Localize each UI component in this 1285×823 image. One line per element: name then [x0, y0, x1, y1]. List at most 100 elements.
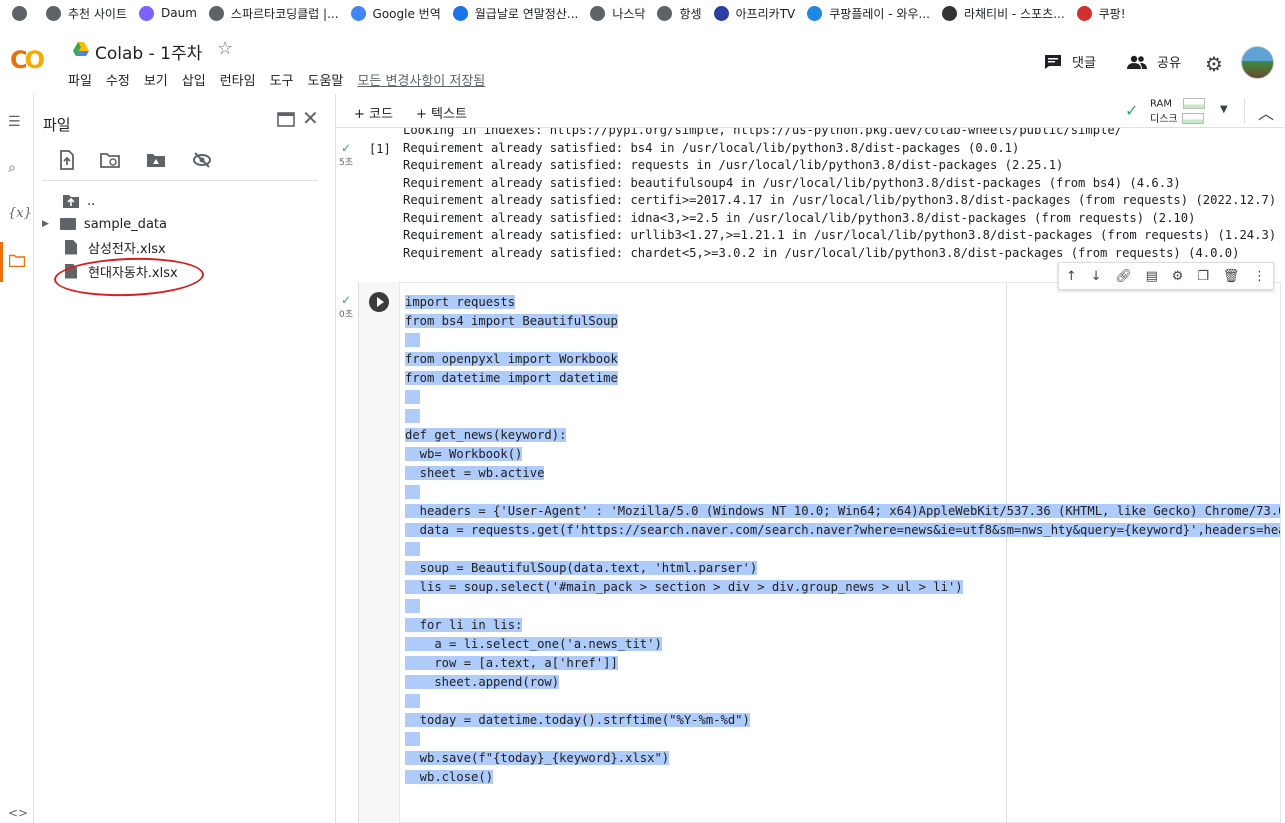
code-cell[interactable]: import requests from bs4 import Beautiful…	[358, 282, 1281, 823]
code-line: from bs4 import BeautifulSoup	[405, 314, 618, 328]
tree-item-label: ..	[87, 193, 96, 209]
favicon-icon	[590, 5, 606, 21]
menu-bar: 파일 수정 보기 삽입 런타임 도구 도움말 모든 변경사항이 저장됨	[68, 70, 499, 89]
code-line: sheet = wb.active	[405, 466, 545, 480]
star-icon[interactable]: ☆	[217, 38, 233, 59]
bookmark-label: 쿠팡플레이 - 와우...	[829, 6, 930, 21]
open-in-tab-icon[interactable]	[277, 112, 295, 127]
avatar[interactable]	[1241, 46, 1274, 79]
add-text-button[interactable]: + 텍스트	[416, 103, 467, 122]
output-line: Requirement already satisfied: requests …	[403, 158, 1064, 172]
comment-icon[interactable]: ▤	[1146, 269, 1158, 284]
mount-drive-icon[interactable]	[146, 150, 166, 170]
comment-icon	[1045, 54, 1061, 69]
menu-view[interactable]: 보기	[144, 70, 168, 89]
code-editor[interactable]: import requests from bs4 import Beautiful…	[399, 282, 1281, 823]
code-text[interactable]: import requests from bs4 import Beautiful…	[405, 293, 1280, 787]
code-line: data = requests.get(f'https://search.nav…	[405, 523, 1280, 537]
refresh-folder-icon[interactable]	[100, 150, 120, 170]
colab-logo[interactable]: CO	[10, 46, 45, 74]
bookmark-label: 아프리카TV	[735, 6, 796, 21]
saved-status[interactable]: 모든 변경사항이 저장됨	[357, 70, 485, 89]
favicon-icon	[46, 5, 61, 21]
favicon-icon	[139, 5, 155, 21]
folder-icon	[59, 218, 76, 230]
mirror-cell-icon[interactable]: ❐	[1197, 269, 1209, 284]
search-icon[interactable]: ⌕	[8, 160, 16, 176]
bookmark-label: 추천 사이트	[68, 6, 128, 21]
tree-item-label: sample_data	[83, 216, 167, 232]
disk-label: 디스크	[1150, 113, 1178, 125]
cell-output: Looking in indexes: https://pypi.org/sim…	[403, 128, 1276, 262]
bookmark-item[interactable]: 월급날로 연말정산...	[452, 5, 578, 22]
notebook-area: ✓ 5초 [1] Looking in indexes: https://pyp…	[336, 128, 1285, 823]
menu-help[interactable]: 도움말	[308, 70, 344, 89]
menu-file[interactable]: 파일	[68, 70, 92, 89]
output-line: Requirement already satisfied: beautiful…	[403, 175, 1181, 190]
delete-icon[interactable]: 🗑︎	[1223, 269, 1240, 284]
code-line: today = datetime.today().strftime("%Y-%m…	[405, 713, 750, 727]
people-icon	[1127, 55, 1147, 69]
upload-file-icon[interactable]	[57, 150, 77, 170]
output-line: Looking in indexes: https://pypi.org/sim…	[403, 128, 1123, 137]
code-snippets-icon[interactable]: <>	[8, 806, 28, 820]
add-code-button[interactable]: + 코드	[354, 103, 393, 122]
bookmark-item[interactable]: 라채티비 - 스포츠...	[941, 5, 1065, 22]
variables-icon[interactable]: {x}	[8, 206, 32, 221]
bookmark-item[interactable]: 항셍	[657, 5, 702, 22]
expand-arrow-icon[interactable]: ▶	[42, 219, 49, 229]
menu-runtime[interactable]: 런타임	[220, 70, 256, 89]
bookmark-item[interactable]: 쿠팡!	[1076, 5, 1126, 22]
arrow-up-icon[interactable]: ↑	[1066, 269, 1077, 284]
bookmark-label: 라채티비 - 스포츠...	[963, 6, 1065, 21]
bookmark-item[interactable]: 추천 사이트	[46, 5, 127, 22]
notebook-title[interactable]: Colab - 1주차	[95, 39, 202, 64]
chevron-down-icon[interactable]: ▼	[1220, 104, 1228, 115]
code-line: row = [a.text, a['href']]	[405, 656, 618, 670]
disk-bar	[1181, 113, 1204, 124]
settings-button[interactable]: ⚙	[1205, 52, 1223, 76]
bookmark-item[interactable]: 아프리카TV	[713, 5, 796, 22]
hide-hidden-files-icon[interactable]	[192, 150, 212, 170]
drive-icon	[73, 42, 89, 56]
bookmark-item[interactable]: 쿠팡플레이 - 와우...	[807, 5, 930, 22]
more-icon[interactable]: ⋮	[1253, 269, 1266, 284]
tree-item-sample-data[interactable]: ▶ sample_data	[42, 213, 167, 235]
bookmark-item[interactable]: 스파르타코딩클럽 |...	[208, 5, 339, 22]
code-line: wb.save(f"{today}_{keyword}.xlsx")	[405, 751, 670, 765]
exec-time: 0초	[339, 310, 354, 320]
folder-icon[interactable]	[8, 254, 26, 271]
arrow-down-icon[interactable]: ↓	[1091, 269, 1102, 284]
bookmark-item[interactable]: Daum	[139, 5, 197, 21]
comment-button[interactable]: 댓글	[1044, 52, 1096, 71]
gear-icon[interactable]: ⚙	[1172, 269, 1184, 284]
run-cell-button[interactable]	[369, 292, 389, 312]
menu-insert[interactable]: 삽입	[182, 70, 206, 89]
resource-meter[interactable]: RAM 디스크	[1150, 98, 1230, 126]
gear-icon: ⚙	[1205, 52, 1223, 76]
chevron-up-icon[interactable]: ︿	[1258, 100, 1274, 124]
code-line	[405, 542, 420, 556]
code-line	[405, 333, 420, 347]
share-button[interactable]: 공유	[1127, 52, 1181, 71]
toc-icon[interactable]: ☰	[8, 114, 21, 130]
bookmark-label: Daum	[161, 6, 197, 20]
menu-tools[interactable]: 도구	[270, 70, 294, 89]
comment-label: 댓글	[1072, 56, 1096, 71]
tree-item-parent[interactable]: ..	[63, 190, 95, 212]
divider	[1244, 98, 1245, 124]
menu-edit[interactable]: 수정	[106, 70, 130, 89]
code-line: headers = {'User-Agent' : 'Mozilla/5.0 (…	[405, 504, 1280, 518]
bookmark-item[interactable]: Google 번역	[350, 5, 441, 22]
bookmark-item[interactable]	[12, 5, 34, 21]
connected-check-icon: ✓	[1125, 101, 1139, 120]
favicon-icon	[713, 5, 729, 21]
favicon-icon	[452, 5, 468, 21]
tree-item-file[interactable]: 삼성전자.xlsx	[65, 236, 166, 258]
favicon-icon	[350, 5, 366, 21]
bookmark-label: 쿠팡!	[1098, 6, 1126, 21]
code-line: soup = BeautifulSoup(data.text, 'html.pa…	[405, 561, 758, 575]
bookmark-item[interactable]: 나스닥	[590, 5, 645, 22]
close-icon[interactable]: ✕	[302, 106, 319, 130]
link-icon[interactable]: 🔗︎	[1115, 269, 1132, 284]
